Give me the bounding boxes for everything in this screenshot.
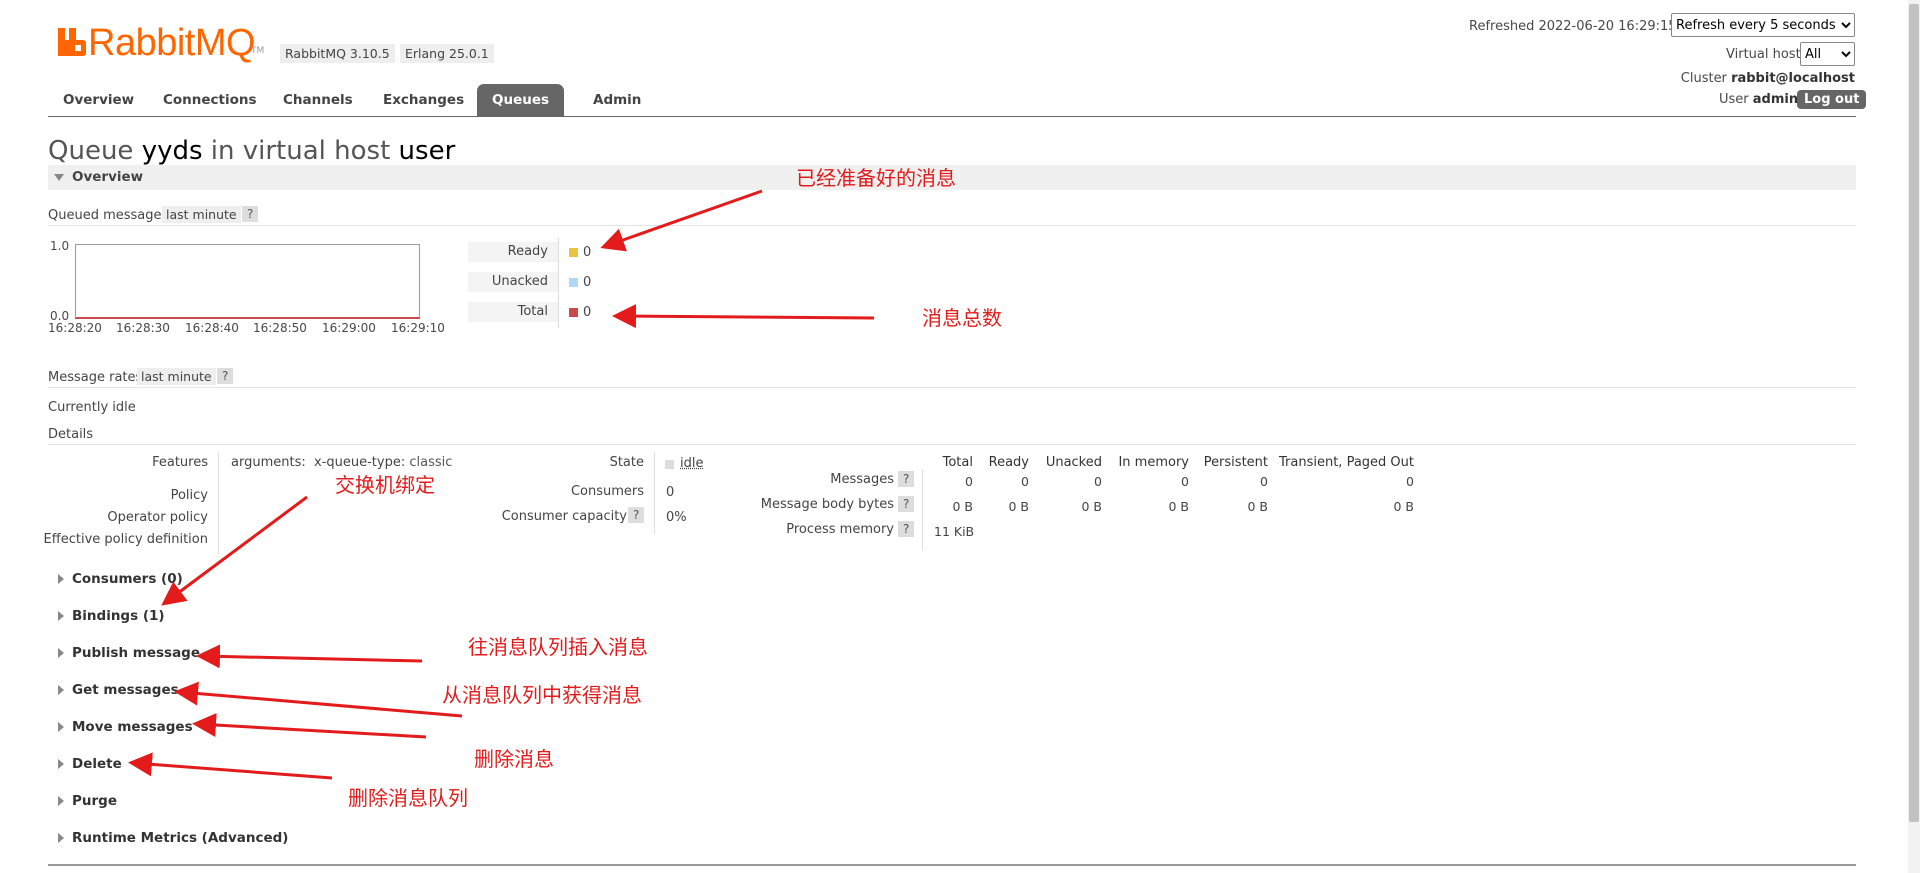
arrow-to-get (174, 681, 463, 718)
arrow-to-publish (196, 644, 423, 669)
scrollbar-thumb[interactable] (1909, 4, 1919, 822)
arrow-to-move (192, 713, 427, 739)
arrow-to-delete (128, 752, 333, 780)
arrow-to-total (612, 304, 875, 329)
arrow-to-ready (600, 189, 763, 252)
arrow-to-bindings (161, 495, 308, 606)
annotation-arrows (128, 189, 875, 780)
